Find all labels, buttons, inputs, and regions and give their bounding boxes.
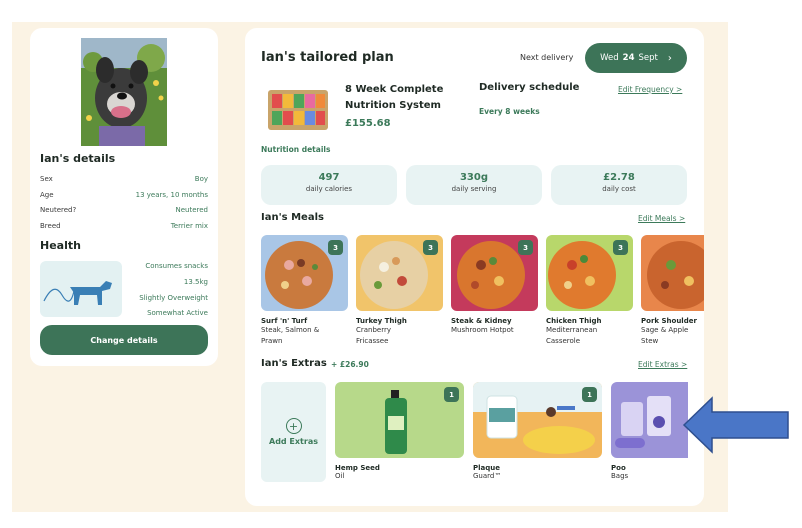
meal-name: Chicken Thigh (546, 317, 602, 325)
extras-total: + £26.90 (331, 360, 369, 369)
detail-value: Neutered (175, 206, 208, 214)
delivery-month: Sept (638, 53, 658, 63)
meal-description: Prawn (261, 337, 283, 345)
stat-label: daily serving (451, 185, 497, 193)
health-body-condition: Slightly Overweight (139, 294, 208, 302)
detail-label: Breed (40, 222, 61, 230)
stat-value: £2.78 (603, 172, 635, 183)
meal-description: Casserole (546, 337, 581, 345)
stat-value: 497 (318, 172, 340, 183)
change-details-button[interactable]: Change details (40, 325, 208, 355)
health-weight: 13.5kg (183, 278, 208, 286)
meal-name: Surf 'n' Turf (261, 317, 308, 325)
extra-name: Hemp Seed (335, 464, 380, 472)
extra-name: Plaque (473, 464, 500, 472)
add-extras-button[interactable]: + Add Extras (261, 382, 326, 482)
detail-row-age: Age 13 years, 10 months (40, 191, 208, 199)
meal-image: 3 (261, 235, 348, 311)
add-extras-label: Add Extras (269, 437, 318, 446)
detail-row-breed: Breed Terrier mix (40, 222, 208, 230)
meal-quantity-badge: 3 (423, 240, 438, 255)
detail-value: Boy (194, 175, 208, 183)
extra-image (611, 382, 688, 458)
detail-value: 13 years, 10 months (135, 191, 208, 199)
meal-card-surf-n-turf[interactable]: 3 Surf 'n' Turf Steak, Salmon & Prawn (261, 235, 348, 347)
extra-image: 1 (473, 382, 602, 458)
detail-label: Age (40, 191, 54, 199)
meal-image: 3 (356, 235, 443, 311)
extra-description: Guard™ (473, 472, 502, 480)
edit-meals-link[interactable]: Edit Meals > (638, 214, 685, 223)
health-snacks: Consumes snacks (145, 262, 208, 270)
meal-name: Steak & Kidney (451, 317, 512, 325)
health-title: Health (40, 239, 81, 252)
meal-description: Stew (641, 337, 659, 345)
delivery-schedule-title: Delivery schedule (479, 82, 580, 93)
extra-quantity-badge: 1 (582, 387, 597, 402)
detail-row-neutered: Neutered? Neutered (40, 206, 208, 214)
extra-name: Poo (611, 464, 626, 472)
meal-description: Sage & Apple (641, 326, 689, 334)
stat-daily-calories: 497 daily calories (261, 165, 397, 205)
meal-quantity-badge: 3 (613, 240, 628, 255)
meal-description: Steak, Salmon & (261, 326, 320, 334)
meal-card-pork-shoulder[interactable]: Pork Shoulder Sage & Apple Stew (641, 235, 704, 347)
dog-details-title: Ian's details (40, 152, 116, 165)
next-delivery-label: Next delivery (520, 53, 574, 62)
meal-name: Pork Shoulder (641, 317, 697, 325)
extra-image: 1 (335, 382, 464, 458)
edit-frequency-link[interactable]: Edit Frequency > (618, 85, 682, 94)
meal-quantity-badge: 3 (518, 240, 533, 255)
meal-description: Cranberry (356, 326, 392, 334)
dog-photo (81, 38, 167, 146)
detail-row-sex: Sex Boy (40, 175, 208, 183)
plus-circle-icon: + (285, 418, 302, 434)
nutrition-details-title: Nutrition details (261, 145, 331, 154)
edit-extras-link[interactable]: Edit Extras > (638, 360, 687, 369)
detail-value: Terrier mix (170, 222, 208, 230)
delivery-day: Wed (600, 53, 619, 63)
meal-image: 3 (546, 235, 633, 311)
extra-quantity-badge: 1 (444, 387, 459, 402)
plan-card: Ian's tailored plan Next delivery Wed 24… (245, 28, 704, 506)
stat-label: daily calories (305, 185, 353, 193)
extra-description: Bags (611, 472, 629, 480)
meal-image: 3 (451, 235, 538, 311)
health-activity: Somewhat Active (147, 309, 208, 317)
meal-card-turkey-thigh[interactable]: 3 Turkey Thigh Cranberry Fricassee (356, 235, 443, 347)
extras-title: Ian's Extras (261, 358, 327, 369)
meal-description: Mediterranean (546, 326, 598, 334)
delivery-schedule-value: Every 8 weeks (479, 107, 540, 116)
stat-label: daily cost (602, 185, 636, 193)
dog-profile-card: Ian's details Sex Boy Age 13 years, 10 m… (30, 28, 218, 366)
detail-label: Sex (40, 175, 53, 183)
stat-daily-cost: £2.78 daily cost (551, 165, 687, 205)
meal-quantity-badge: 3 (328, 240, 343, 255)
plan-title: Ian's tailored plan (261, 50, 394, 65)
extra-card-plaque-guard[interactable]: 1 Plaque Guard™ (473, 382, 602, 480)
product-price: £155.68 (345, 118, 391, 129)
stat-value: 330g (459, 172, 489, 183)
stat-daily-serving: 330g daily serving (406, 165, 542, 205)
meals-title: Ian's Meals (261, 212, 324, 223)
extra-card-poo-bags[interactable]: Poo Bags (611, 382, 688, 480)
meal-name: Turkey Thigh (356, 317, 407, 325)
meal-image (641, 235, 704, 311)
chevron-right-icon: › (667, 52, 672, 64)
pointer-arrow-icon (682, 396, 789, 454)
meal-description: Mushroom Hotpot (451, 326, 514, 334)
meal-description: Fricassee (356, 337, 389, 345)
extra-description: Oil (335, 472, 345, 480)
meal-card-chicken-thigh[interactable]: 3 Chicken Thigh Mediterranean Casserole (546, 235, 633, 347)
detail-label: Neutered? (40, 206, 77, 214)
next-delivery-button[interactable]: Wed 24 Sept › (585, 43, 687, 73)
delivery-date: 24 (622, 53, 635, 63)
meal-card-steak-kidney[interactable]: 3 Steak & Kidney Mushroom Hotpot (451, 235, 538, 336)
product-box-image (267, 86, 329, 132)
product-name: 8 Week Complete Nutrition System (345, 84, 444, 111)
extra-card-hemp-seed-oil[interactable]: 1 Hemp Seed Oil (335, 382, 464, 480)
dog-activity-illustration (40, 261, 122, 317)
